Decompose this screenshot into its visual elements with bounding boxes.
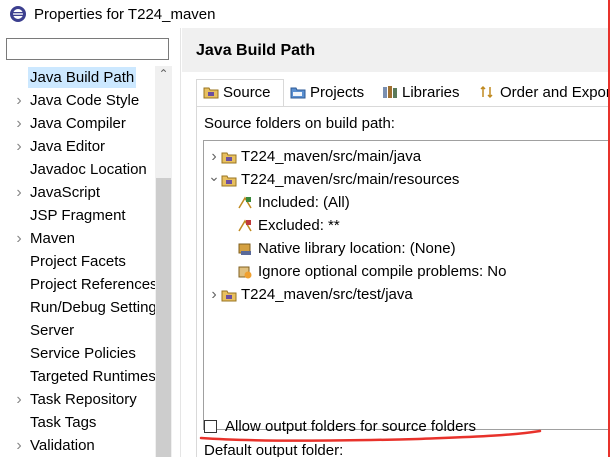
title-bar: Properties for T224_maven [0,0,610,28]
properties-dialog: Properties for T224_maven Java Build Pat… [0,0,610,457]
scroll-up-arrow-icon[interactable]: ⌃ [155,66,172,83]
nav-item-label: JSP Fragment [30,207,126,224]
page-title: Java Build Path [196,42,316,59]
nav-item[interactable]: Java Build Path [0,66,155,89]
nav-item[interactable]: Project References [0,273,155,296]
folder-row-label: Native library location: (None) [258,240,456,257]
folder-row-label: Excluded: ** [258,217,340,234]
chevron-right-icon[interactable]: › [14,89,24,112]
allow-output-folders-label: Allow output folders for source folders [225,418,476,435]
nav-item[interactable]: JSP Fragment [0,204,155,227]
folder-row-label: Ignore optional compile problems: No [258,263,507,280]
page-header: Java Build Path [182,28,608,72]
order-export-icon [480,85,493,98]
chevron-right-icon[interactable]: › [14,434,24,457]
chevron-right-icon[interactable]: › [14,181,24,204]
chevron-down-icon[interactable]: ⌄ [208,168,220,191]
properties-nav-pane: Java Build Path › Java Code Style › Java Com… [0,28,181,457]
native-library-icon [237,241,253,257]
libraries-icon [383,85,397,98]
projects-icon [290,87,306,99]
chevron-right-icon[interactable]: › [14,112,24,135]
nav-item-label: JavaScript [30,184,101,201]
package-folder-icon [221,287,237,303]
chevron-right-icon[interactable]: › [14,388,24,411]
eclipse-app-icon [10,6,26,22]
nav-item[interactable]: Javadoc Location [0,158,155,181]
chevron-right-icon[interactable]: › [208,145,220,168]
nav-item[interactable]: › Maven [0,227,155,250]
nav-item[interactable]: Server [0,319,155,342]
tab-projects-label: Projects [310,84,365,101]
ignore-problems-icon [237,264,253,280]
source-folders-label: Source folders on build path: [204,115,395,132]
nav-item-label: Service Policies [30,345,136,362]
nav-item-label: Server [30,322,75,339]
nav-item-label: Java Editor [30,138,106,155]
allow-output-folders-checkbox[interactable] [204,420,217,433]
nav-item-label: Javadoc Location [30,161,147,178]
excluded-filter-icon [237,218,253,234]
tab-libraries[interactable]: Libraries [376,80,474,106]
property-page: Java Build Path Source Projects Librarie… [182,28,610,457]
filter-input[interactable] [6,38,169,60]
tab-order-export-label: Order and Export [500,84,610,101]
nav-item-label: Project Facets [30,253,126,270]
nav-item[interactable]: › Java Editor [0,135,155,158]
nav-item-label: Task Repository [30,391,137,408]
default-output-folder-label: Default output folder: [204,442,344,457]
package-folder-icon [221,149,237,165]
nav-item-label: Targeted Runtimes [30,368,155,385]
folder-row-label: T224_maven/src/test/java [241,286,413,303]
nav-item[interactable]: Run/Debug Settings [0,296,155,319]
folder-row-label: Included: (All) [258,194,350,211]
chevron-right-icon[interactable]: › [208,283,220,306]
nav-scrollbar[interactable]: ⌃ [155,66,172,457]
nav-item[interactable]: Targeted Runtimes [0,365,155,388]
nav-item[interactable]: › Java Code Style [0,89,155,112]
chevron-right-icon[interactable]: › [14,135,24,158]
tab-projects[interactable]: Projects [284,80,376,106]
package-folder-icon [221,172,237,188]
nav-item[interactable]: Project Facets [0,250,155,273]
tab-source[interactable]: Source [196,79,284,107]
source-folders-tree[interactable]: › T224_maven/src/main/java ⌄ T224_maven/src… [203,140,608,430]
chevron-right-icon[interactable]: › [14,227,24,250]
source-folder-icon [203,87,219,99]
nav-item-label: Maven [30,230,76,247]
tab-order-export[interactable]: Order and Export [474,80,610,106]
nav-item[interactable]: › Java Compiler [0,112,155,135]
nav-item-label: Project References [30,276,155,293]
nav-item[interactable]: Service Policies [0,342,155,365]
tab-bar: Source Projects Libraries Order and Expo… [196,79,610,107]
folder-row-label: T224_maven/src/main/resources [241,171,460,188]
nav-item-label: Task Tags [30,414,97,431]
nav-item[interactable]: › Task Repository [0,388,155,411]
folder-row-label: T224_maven/src/main/java [241,148,422,165]
tab-libraries-label: Libraries [402,84,460,101]
nav-item[interactable]: Task Tags [0,411,155,434]
tab-source-label: Source [223,84,271,101]
nav-item-label: Java Compiler [30,115,126,132]
window-title: Properties for T224_maven [34,5,216,23]
scroll-thumb[interactable] [156,178,171,457]
nav-item-label: Java Code Style [30,92,140,109]
nav-item[interactable]: › Validation [0,434,155,457]
nav-item[interactable]: › JavaScript [0,181,155,204]
included-filter-icon [237,195,253,211]
nav-item-label: Validation [30,437,95,454]
nav-item-label: Java Build Path [28,67,137,88]
properties-tree: Java Build Path › Java Code Style › Java Com… [0,66,155,457]
nav-item-label: Run/Debug Settings [30,299,155,316]
